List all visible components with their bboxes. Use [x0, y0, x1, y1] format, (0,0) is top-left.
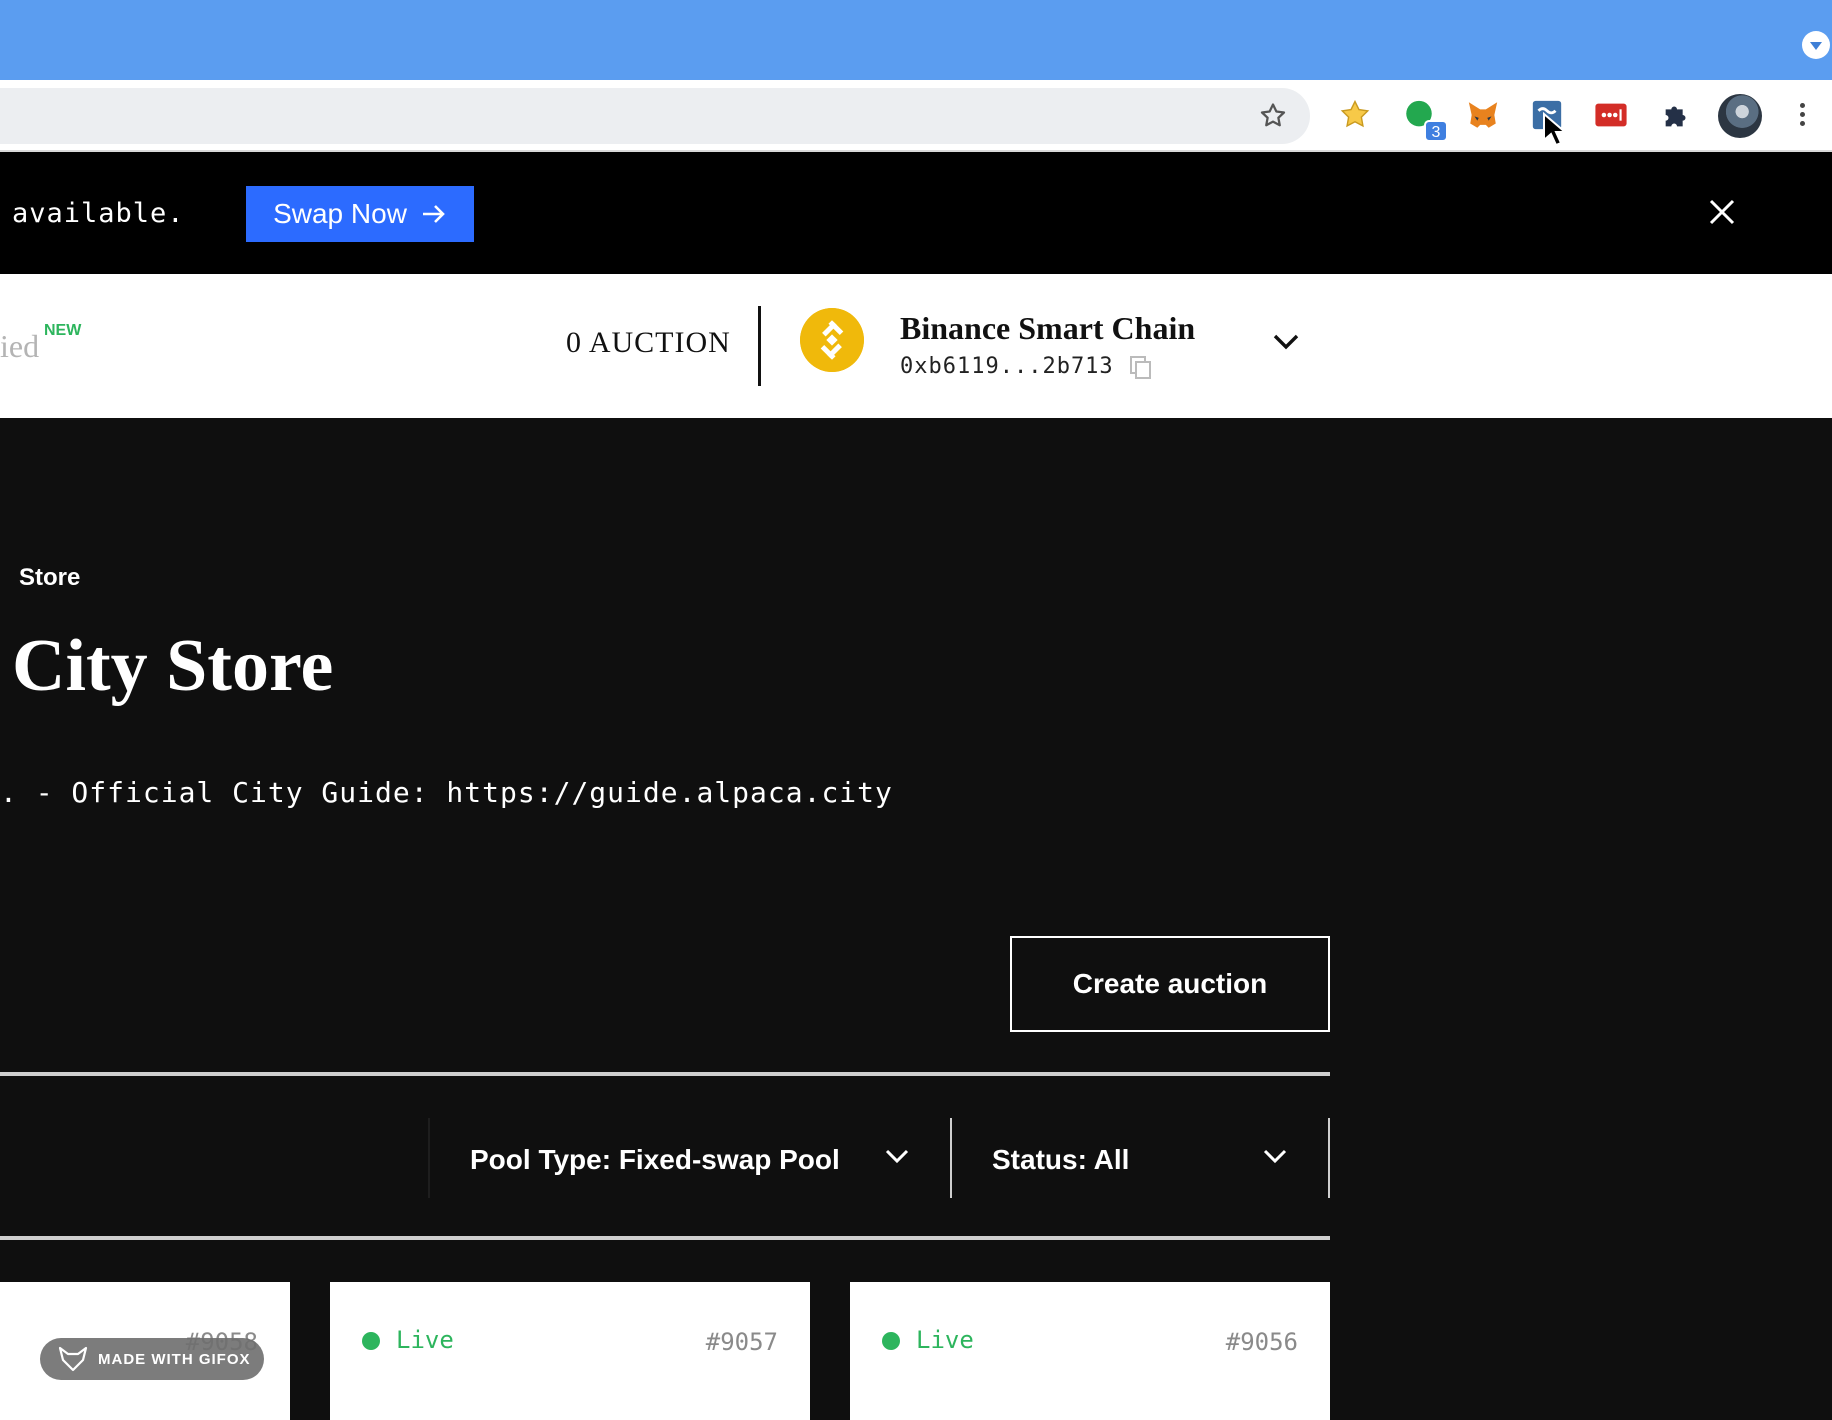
metamask-fox-icon[interactable]	[1466, 98, 1500, 132]
filter-separator	[428, 1118, 430, 1198]
filter-divider-top	[0, 1072, 1330, 1076]
create-auction-button[interactable]: Create auction	[1010, 936, 1330, 1032]
announcement-text: available.	[12, 198, 185, 229]
store-description: . - Official City Guide: https://guide.a…	[0, 776, 893, 809]
auction-card[interactable]: Live #9056	[850, 1282, 1330, 1420]
announcement-bar: available. Swap Now	[0, 152, 1832, 274]
auction-count-link[interactable]: 0 AUCTION	[566, 326, 731, 360]
filter-separator	[950, 1118, 952, 1198]
favorites-star-extension-icon[interactable]	[1338, 98, 1372, 132]
new-badge: NEW	[44, 322, 82, 339]
gifox-watermark: MADE WITH GIFOX	[40, 1338, 264, 1380]
gifox-logo-icon	[58, 1346, 88, 1372]
chevron-down-icon[interactable]	[1272, 332, 1300, 352]
extension-badge: 3	[1424, 120, 1448, 142]
header-divider	[758, 306, 761, 386]
auction-status: Live	[916, 1326, 974, 1354]
nav-item-partial[interactable]: ied	[0, 328, 39, 365]
browser-titlebar	[0, 0, 1832, 80]
lastpass-extension-icon[interactable]	[1594, 98, 1628, 132]
page-title: City Store	[12, 625, 334, 707]
arrow-right-icon	[422, 205, 445, 223]
gifox-label: MADE WITH GIFOX	[98, 1350, 251, 1368]
avatar[interactable]	[1718, 94, 1762, 138]
chevron-down-icon[interactable]	[1262, 1148, 1288, 1166]
profile-dropdown-icon[interactable]	[1802, 31, 1830, 59]
chain-name: Binance Smart Chain	[900, 310, 1196, 346]
binance-icon	[800, 308, 864, 372]
browser-menu-icon[interactable]	[1796, 100, 1808, 132]
wallet-address: 0xb6119...2b713	[900, 354, 1114, 379]
status-filter[interactable]: Status: All	[992, 1144, 1129, 1176]
breadcrumb[interactable]: Store	[19, 564, 80, 592]
bookmark-star-icon[interactable]	[1258, 101, 1288, 131]
address-bar[interactable]	[0, 88, 1310, 144]
puzzle-icon[interactable]	[1660, 98, 1694, 132]
auction-card[interactable]: Live #9057	[330, 1282, 810, 1420]
chevron-down-icon[interactable]	[884, 1148, 910, 1166]
filter-divider-bottom	[0, 1236, 1330, 1240]
auction-id: #9057	[705, 1328, 778, 1356]
auction-status: Live	[396, 1326, 454, 1354]
mouse-cursor-icon	[1543, 112, 1564, 147]
auction-id: #9056	[1225, 1328, 1298, 1356]
filter-separator	[1328, 1118, 1330, 1198]
live-status-dot	[882, 1332, 900, 1350]
site-header: ied NEW 0 AUCTION Binance Smart Chain 0x…	[0, 274, 1832, 418]
copy-icon[interactable]	[1130, 356, 1152, 380]
swap-now-label: Swap Now	[273, 198, 407, 229]
pool-type-filter[interactable]: Pool Type: Fixed-swap Pool	[470, 1144, 840, 1176]
swap-now-button[interactable]: Swap Now	[246, 186, 474, 242]
close-icon[interactable]	[1708, 198, 1736, 226]
live-status-dot	[362, 1332, 380, 1350]
